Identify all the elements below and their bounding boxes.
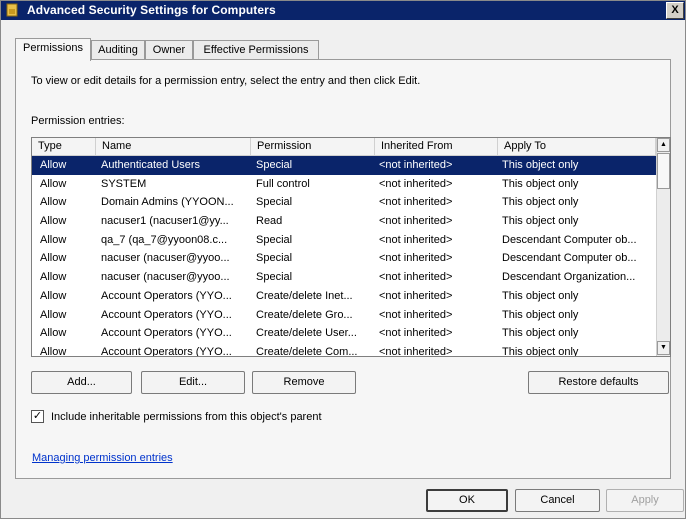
cell-apply-to: Descendant Computer ob...	[502, 233, 637, 246]
cell-apply-to: This object only	[502, 327, 579, 340]
scroll-down-arrow-icon[interactable]: ▼	[657, 341, 670, 355]
cell-name: Account Operators (YYO...	[101, 327, 232, 340]
cell-permission: Special	[256, 159, 293, 171]
cell-type: Allow	[40, 233, 67, 246]
scroll-up-arrow-icon[interactable]: ▲	[657, 138, 670, 152]
cell-permission: Special	[256, 252, 293, 265]
apply-button[interactable]: Apply	[606, 489, 684, 512]
table-row[interactable]: Allow Domain Admins (YYOON... Special <not …	[32, 193, 656, 212]
cell-name: Account Operators (YYO...	[101, 308, 232, 321]
cell-inherited-from: <not inherited>	[379, 271, 453, 284]
table-row[interactable]: Allow nacuser (nacuser@yyoo... Special <not…	[32, 268, 656, 287]
title-bar: Advanced Security Settings for Computers…	[1, 1, 685, 20]
table-row[interactable]: Allow Account Operators (YYO... Create/del…	[32, 343, 656, 357]
permission-entries-label: Permission entries:	[31, 115, 125, 127]
table-row[interactable]: Allow Account Operators (YYO... Create/del…	[32, 287, 656, 306]
cell-name: nacuser1 (nacuser1@yy...	[101, 215, 229, 228]
cell-apply-to: Descendant Computer ob...	[502, 252, 637, 265]
cell-apply-to: This object only	[502, 215, 579, 228]
table-row[interactable]: Allow SYSTEM Full control <not inherited> Th…	[32, 175, 656, 194]
cell-type: Allow	[40, 196, 67, 209]
cell-apply-to: This object only	[502, 159, 579, 171]
table-row[interactable]: Allow nacuser (nacuser@yyoo... Special <not…	[32, 249, 656, 268]
table-row[interactable]: Allow qa_7 (qa_7@yyoon08.c... Special <not …	[32, 231, 656, 250]
cell-type: Allow	[40, 177, 67, 190]
table-rows: Allow Authenticated Users Special <not inhe…	[32, 156, 656, 357]
cell-name: SYSTEM	[101, 177, 147, 190]
cell-type: Allow	[40, 308, 67, 321]
cell-apply-to: This object only	[502, 289, 579, 302]
column-header-type[interactable]: Type	[32, 138, 96, 155]
vertical-scrollbar[interactable]: ▲ ▼	[656, 138, 670, 356]
cell-apply-to: This object only	[502, 345, 579, 357]
scroll-thumb[interactable]	[657, 153, 670, 189]
cell-permission: Special	[256, 196, 293, 209]
tab-permissions[interactable]: Permissions	[15, 38, 91, 61]
cell-name: Account Operators (YYO...	[101, 345, 232, 357]
table-row[interactable]: Allow nacuser1 (nacuser1@yy... Read <not in…	[32, 212, 656, 231]
cell-type: Allow	[40, 327, 67, 340]
cell-name: nacuser (nacuser@yyoo...	[101, 252, 230, 265]
cell-type: Allow	[40, 271, 67, 284]
column-header-apply-to[interactable]: Apply To	[498, 138, 656, 155]
edit-button[interactable]: Edit...	[141, 371, 245, 394]
cell-name: Account Operators (YYO...	[101, 289, 232, 302]
column-header-name[interactable]: Name	[96, 138, 251, 155]
close-button[interactable]: X	[666, 2, 684, 19]
cell-permission: Read	[256, 215, 283, 228]
cell-inherited-from: <not inherited>	[379, 196, 453, 209]
cell-inherited-from: <not inherited>	[379, 177, 453, 190]
cell-name: Domain Admins (YYOON...	[101, 196, 234, 209]
cell-inherited-from: <not inherited>	[379, 308, 453, 321]
window-title: Advanced Security Settings for Computers	[27, 3, 276, 17]
cell-permission: Create/delete User...	[256, 327, 357, 340]
cell-permission: Create/delete Gro...	[256, 308, 353, 321]
cell-inherited-from: <not inherited>	[379, 233, 453, 246]
cell-inherited-from: <not inherited>	[379, 289, 453, 302]
cell-type: Allow	[40, 252, 67, 265]
cell-permission: Special	[256, 271, 293, 284]
include-inheritable-checkbox[interactable]: ✓	[31, 410, 44, 423]
column-header-inherited-from[interactable]: Inherited From	[375, 138, 498, 155]
cell-apply-to: This object only	[502, 196, 579, 209]
table-row[interactable]: Allow Account Operators (YYO... Create/del…	[32, 306, 656, 325]
cell-permission: Create/delete Com...	[256, 345, 358, 357]
cell-inherited-from: <not inherited>	[379, 345, 453, 357]
restore-defaults-button[interactable]: Restore defaults	[528, 371, 669, 394]
column-header-permission[interactable]: Permission	[251, 138, 375, 155]
tab-auditing[interactable]: Auditing	[91, 40, 145, 60]
cell-inherited-from: <not inherited>	[379, 252, 453, 265]
cell-type: Allow	[40, 159, 67, 171]
instructions-text: To view or edit details for a permission…	[31, 75, 421, 87]
cell-type: Allow	[40, 289, 67, 302]
cancel-button[interactable]: Cancel	[515, 489, 600, 512]
tab-owner[interactable]: Owner	[145, 40, 193, 60]
cell-name: qa_7 (qa_7@yyoon08.c...	[101, 233, 228, 246]
cell-name: Authenticated Users	[101, 159, 201, 171]
table-row[interactable]: Allow Account Operators (YYO... Create/del…	[32, 324, 656, 343]
add-button[interactable]: Add...	[31, 371, 132, 394]
cell-name: nacuser (nacuser@yyoo...	[101, 271, 230, 284]
ok-button[interactable]: OK	[426, 489, 508, 512]
permission-entries-table: Type Name Permission Inherited From Appl…	[31, 137, 671, 357]
table-row[interactable]: Allow Authenticated Users Special <not inhe…	[32, 156, 656, 175]
cell-type: Allow	[40, 345, 67, 357]
cell-apply-to: This object only	[502, 177, 579, 190]
include-inheritable-label: Include inheritable permissions from thi…	[51, 411, 322, 423]
cell-apply-to: Descendant Organization...	[502, 271, 636, 284]
security-settings-window: Advanced Security Settings for Computers…	[0, 0, 686, 519]
cell-type: Allow	[40, 215, 67, 228]
managing-permission-entries-link[interactable]: Managing permission entries	[32, 452, 173, 464]
cell-permission: Create/delete Inet...	[256, 289, 353, 302]
folder-lock-icon	[6, 3, 18, 17]
cell-apply-to: This object only	[502, 308, 579, 321]
tab-effective-permissions[interactable]: Effective Permissions	[193, 40, 319, 60]
cell-inherited-from: <not inherited>	[379, 215, 453, 228]
cell-permission: Special	[256, 233, 293, 246]
cell-inherited-from: <not inherited>	[379, 327, 453, 340]
table-header: Type Name Permission Inherited From Appl…	[32, 138, 656, 156]
cell-inherited-from: <not inherited>	[379, 159, 453, 171]
cell-permission: Full control	[256, 177, 310, 190]
remove-button[interactable]: Remove	[252, 371, 356, 394]
